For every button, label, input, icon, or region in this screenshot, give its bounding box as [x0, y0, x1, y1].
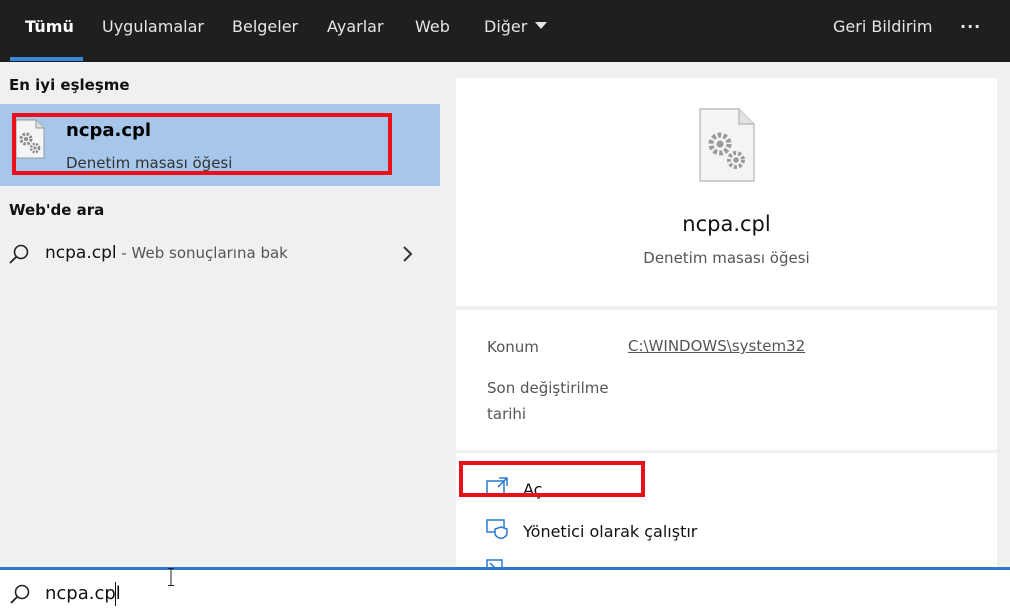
results-pane: En iyi eşleşme ncpa.cpl Denetim masası ö…: [0, 62, 440, 567]
tab-apps[interactable]: Uygulamalar: [102, 0, 204, 62]
web-query-text: ncpa.cpl: [45, 243, 117, 263]
detail-properties-card: Konum C:\WINDOWS\system32 Son değiştiril…: [456, 310, 997, 450]
tab-all[interactable]: Tümü: [25, 0, 74, 62]
tab-more[interactable]: Diğer: [484, 0, 548, 62]
search-box[interactable]: ncpa.cpl: [0, 567, 1010, 615]
search-icon: [10, 584, 30, 604]
admin-shield-icon: [486, 519, 508, 539]
control-panel-file-icon-large: [699, 108, 755, 182]
more-options-button[interactable]: ···: [960, 0, 981, 62]
tab-settings[interactable]: Ayarlar: [327, 0, 384, 62]
file-location-icon: [486, 559, 503, 567]
detail-subtitle: Denetim masası öğesi: [643, 249, 810, 267]
modified-label-line2: tarihi: [487, 405, 527, 423]
tab-web[interactable]: Web: [415, 0, 450, 62]
text-cursor: [115, 582, 116, 606]
highlight-box-best-match: [12, 113, 392, 175]
highlight-box-open: [459, 461, 645, 497]
chevron-right-icon: [403, 246, 413, 262]
search-input[interactable]: ncpa.cpl: [45, 583, 121, 604]
web-query-hint: - Web sonuçlarına bak: [116, 244, 288, 262]
active-tab-indicator: [10, 57, 83, 61]
action-run-as-admin-label: Yönetici olarak çalıştır: [523, 522, 698, 541]
top-nav-bar: Tümü Uygulamalar Belgeler Ayarlar Web Di…: [0, 0, 1010, 62]
detail-title: ncpa.cpl: [682, 212, 771, 236]
detail-header-card: ncpa.cpl Denetim masası öğesi: [456, 78, 997, 306]
chevron-down-icon: [535, 22, 548, 29]
modified-label-line1: Son değiştirilme: [487, 379, 609, 397]
search-icon: [9, 244, 29, 264]
web-search-result[interactable]: ncpa.cpl - Web sonuçlarına bak: [0, 236, 440, 272]
tab-documents[interactable]: Belgeler: [232, 0, 298, 62]
best-match-heading: En iyi eşleşme: [9, 76, 130, 94]
location-link[interactable]: C:\WINDOWS\system32: [628, 337, 805, 355]
ibeam-cursor-icon: [168, 568, 174, 586]
location-label: Konum: [487, 338, 539, 356]
tab-more-label: Diğer: [484, 17, 528, 36]
feedback-button[interactable]: Geri Bildirim: [833, 0, 932, 62]
web-search-heading: Web'de ara: [9, 201, 105, 219]
